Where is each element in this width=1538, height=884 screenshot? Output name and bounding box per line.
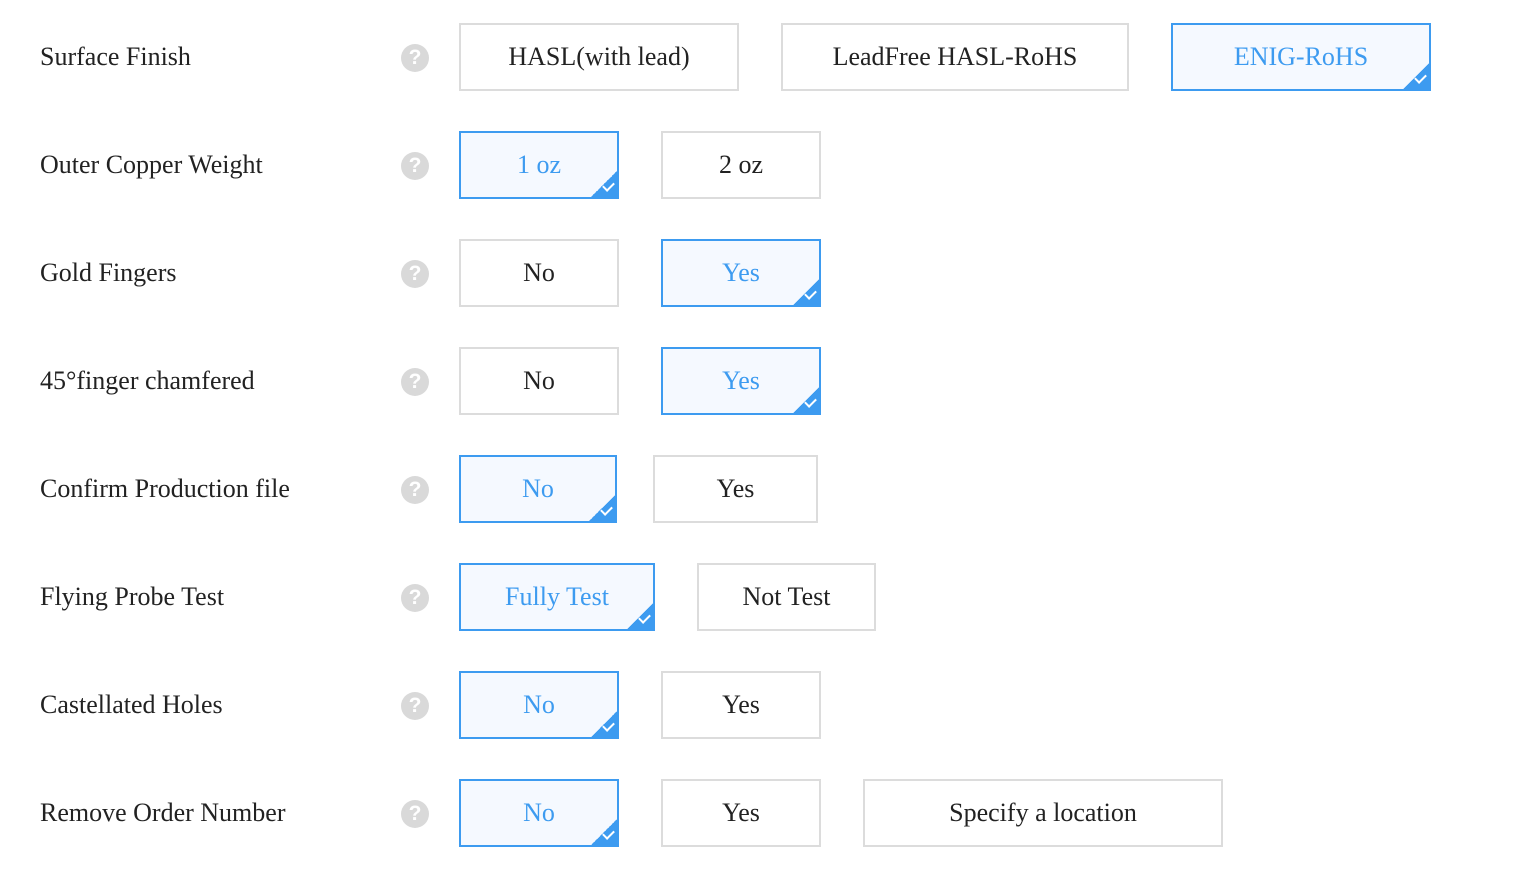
selected-check-icon <box>591 711 617 737</box>
option-yes[interactable]: Yes <box>661 347 821 415</box>
option-label: No <box>522 474 554 503</box>
help-icon[interactable]: ? <box>401 692 429 720</box>
option-enig-rohs[interactable]: ENIG-RoHS <box>1171 23 1431 91</box>
option-row-outer-copper-weight: Outer Copper Weight ? 1 oz 2 oz <box>0 131 1538 199</box>
option-label: ENIG-RoHS <box>1233 42 1369 71</box>
option-leadfree-hasl-rohs[interactable]: LeadFree HASL-RoHS <box>781 23 1129 91</box>
help-icon[interactable]: ? <box>401 800 429 828</box>
row-label: Flying Probe Test <box>40 582 225 611</box>
option-row-remove-order-number: Remove Order Number ? No Yes Specify a l… <box>0 779 1538 847</box>
row-label: Gold Fingers <box>40 258 177 287</box>
option-label: Yes <box>722 366 760 395</box>
option-no[interactable]: No <box>459 671 619 739</box>
row-label: Outer Copper Weight <box>40 150 263 179</box>
option-row-surface-finish: Surface Finish ? HASL(with lead) LeadFre… <box>0 23 1538 91</box>
row-label: Castellated Holes <box>40 690 223 719</box>
option-row-flying-probe-test: Flying Probe Test ? Fully Test Not Test <box>0 563 1538 631</box>
row-label: Remove Order Number <box>40 798 286 827</box>
option-yes[interactable]: Yes <box>661 779 821 847</box>
option-no[interactable]: No <box>459 239 619 307</box>
option-1-oz[interactable]: 1 oz <box>459 131 619 199</box>
option-label: No <box>523 690 555 719</box>
selected-check-icon <box>627 603 653 629</box>
option-row-castellated-holes: Castellated Holes ? No Yes <box>0 671 1538 739</box>
option-not-test[interactable]: Not Test <box>697 563 876 631</box>
help-icon[interactable]: ? <box>401 584 429 612</box>
selected-check-icon <box>793 387 819 413</box>
option-no[interactable]: No <box>459 779 619 847</box>
option-row-confirm-production-file: Confirm Production file ? No Yes <box>0 455 1538 523</box>
option-yes[interactable]: Yes <box>661 239 821 307</box>
help-icon[interactable]: ? <box>401 260 429 288</box>
option-fully-test[interactable]: Fully Test <box>459 563 655 631</box>
option-yes[interactable]: Yes <box>653 455 818 523</box>
row-label: Confirm Production file <box>40 474 290 503</box>
row-label: Surface Finish <box>40 42 191 71</box>
option-row-gold-fingers: Gold Fingers ? No Yes <box>0 239 1538 307</box>
row-label: 45°finger chamfered <box>40 366 255 395</box>
selected-check-icon <box>589 495 615 521</box>
option-hasl-with-lead[interactable]: HASL(with lead) <box>459 23 739 91</box>
option-label: 1 oz <box>516 150 562 179</box>
option-2-oz[interactable]: 2 oz <box>661 131 821 199</box>
option-specify-a-location[interactable]: Specify a location <box>863 779 1223 847</box>
option-label: Fully Test <box>505 582 609 611</box>
help-icon[interactable]: ? <box>401 476 429 504</box>
selected-check-icon <box>793 279 819 305</box>
option-no[interactable]: No <box>459 347 619 415</box>
option-yes[interactable]: Yes <box>661 671 821 739</box>
selected-check-icon <box>591 819 617 845</box>
selected-check-icon <box>591 171 617 197</box>
help-icon[interactable]: ? <box>401 368 429 396</box>
option-row-finger-chamfered: 45°finger chamfered ? No Yes <box>0 347 1538 415</box>
selected-check-icon <box>1403 63 1429 89</box>
option-label: Yes <box>722 258 760 287</box>
help-icon[interactable]: ? <box>401 152 429 180</box>
help-icon[interactable]: ? <box>401 44 429 72</box>
option-no[interactable]: No <box>459 455 617 523</box>
option-label: No <box>523 798 555 827</box>
